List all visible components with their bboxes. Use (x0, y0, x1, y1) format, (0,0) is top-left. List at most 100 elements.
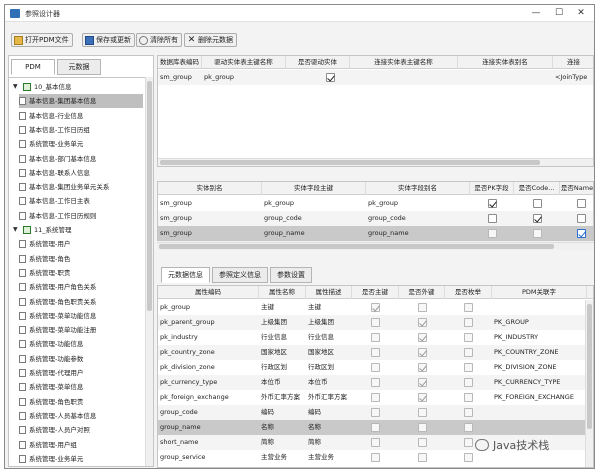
is-pkey-checkbox[interactable] (371, 438, 380, 447)
is-enum-checkbox[interactable] (464, 453, 473, 462)
clear-all-button[interactable]: 清除所有 (136, 33, 182, 47)
save-update-button[interactable]: 保存或更新 (82, 33, 135, 47)
maximize-button[interactable]: ☐ (550, 7, 568, 19)
tree-item[interactable]: 系统管理-角色职责 (19, 395, 143, 409)
tree-item[interactable]: 系统管理-职责 (19, 266, 143, 280)
tab-metadata-info[interactable]: 元数据信息 (161, 267, 210, 283)
table2-hscroll-thumb[interactable] (159, 244, 554, 249)
table-row[interactable]: pk_foreign_exchange 外币汇率方案 外币汇率方案 PK_FOREIG… (158, 390, 586, 405)
tree-item[interactable]: 系统管理-菜单信息 (19, 380, 143, 394)
tree-item[interactable]: 基本信息-工作日历组 (19, 123, 143, 137)
table1-hscroll-thumb[interactable] (160, 160, 540, 165)
tree-item[interactable]: 基本信息-部门基本信息 (19, 152, 143, 166)
is-fkey-checkbox[interactable] (418, 363, 427, 372)
is-enum-checkbox[interactable] (464, 408, 473, 417)
tree-item[interactable]: 系统管理-角色职责关系 (19, 295, 143, 309)
is-name-checkbox[interactable] (577, 214, 586, 223)
is-enum-checkbox[interactable] (464, 423, 473, 432)
tab-param-settings[interactable]: 参数设置 (270, 267, 312, 283)
open-pdm-button[interactable]: 打开PDM文件 (11, 33, 73, 47)
is-code-checkbox[interactable] (533, 214, 542, 223)
tree-item[interactable]: 系统管理-功能参数 (19, 352, 143, 366)
table-row[interactable]: group_code 编码 编码 (158, 405, 586, 420)
tree-item[interactable]: 基本信息-集团基本信息 (19, 94, 143, 109)
is-pkey-checkbox[interactable] (371, 393, 380, 402)
table-row[interactable]: sm_group pk_group <JoinType (158, 70, 593, 85)
minimize-button[interactable]: — (527, 7, 545, 19)
tree-item[interactable]: 系统管理-菜单功能注册 (19, 323, 143, 337)
tree-item[interactable]: 系统管理-业务单元 (19, 452, 143, 466)
is-fkey-checkbox[interactable] (418, 453, 427, 462)
is-pkey-checkbox[interactable] (371, 363, 380, 372)
tree-item[interactable]: 基本信息-行业信息 (19, 109, 143, 123)
is-fkey-checkbox[interactable] (418, 318, 427, 327)
is-code-checkbox[interactable] (533, 229, 542, 238)
tree-item[interactable]: 系统管理-业务单元 (19, 137, 143, 151)
tree-item[interactable]: 系统管理-用户角色关系 (19, 280, 143, 294)
is-fkey-checkbox[interactable] (418, 393, 427, 402)
tab-pdm[interactable]: PDM (11, 59, 55, 75)
is-fkey-checkbox[interactable] (418, 333, 427, 342)
table-row[interactable]: sm_group pk_group pk_group (158, 196, 593, 211)
table-row[interactable]: pk_country_zone 国家地区 国家地区 PK_COUNTRY_ZONE (158, 345, 586, 360)
is-enum-checkbox[interactable] (464, 333, 473, 342)
is-enum-checkbox[interactable] (464, 318, 473, 327)
is-pkey-checkbox[interactable] (371, 303, 380, 312)
tree-item[interactable]: 基本信息-工作日历规则 (19, 209, 143, 223)
is-fkey-checkbox[interactable] (418, 303, 427, 312)
expand-toggle-icon[interactable]: ▼ (13, 223, 20, 237)
table-row[interactable]: pk_group 主键 主键 (158, 300, 586, 315)
is-pkey-checkbox[interactable] (371, 348, 380, 357)
table-row[interactable]: pk_parent_group 上级集团 上级集团 PK_GROUP (158, 315, 586, 330)
table3-vscroll[interactable] (585, 300, 593, 467)
is-pkey-checkbox[interactable] (371, 423, 380, 432)
tree-folder[interactable]: ▼ 10_基本信息 (13, 80, 143, 94)
tree-item[interactable]: 系统管理-功能信息 (19, 337, 143, 351)
is-pkey-checkbox[interactable] (371, 378, 380, 387)
is-code-checkbox[interactable] (533, 199, 542, 208)
is-drive-checkbox[interactable] (326, 73, 335, 82)
expand-toggle-icon[interactable]: ▼ (13, 80, 20, 94)
table-row[interactable]: pk_currency_type 本位币 本位币 PK_CURRENCY_TYPE (158, 375, 586, 390)
table3-scroll-thumb[interactable] (587, 304, 592, 429)
is-pkey-checkbox[interactable] (371, 453, 380, 462)
is-pk-checkbox[interactable] (488, 199, 497, 208)
tree-item[interactable]: 基本信息-集团业务单元关系 (19, 180, 143, 194)
tree-item[interactable]: 系统管理-人员户对照 (19, 423, 143, 437)
is-pkey-checkbox[interactable] (371, 333, 380, 342)
table-row[interactable]: pk_division_zone 行政区划 行政区划 PK_DIVISION_ZONE (158, 360, 586, 375)
is-fkey-checkbox[interactable] (418, 423, 427, 432)
is-fkey-checkbox[interactable] (418, 408, 427, 417)
table-row[interactable]: sm_group group_code group_code (158, 211, 593, 226)
delete-metadata-button[interactable]: ✕ 删除元数据 (184, 33, 237, 47)
is-enum-checkbox[interactable] (464, 363, 473, 372)
is-name-checkbox[interactable] (577, 199, 586, 208)
is-enum-checkbox[interactable] (464, 348, 473, 357)
table1-hscroll[interactable] (158, 158, 593, 166)
tree-item[interactable]: 系统管理-人员基本信息 (19, 409, 143, 423)
is-pkey-checkbox[interactable] (371, 408, 380, 417)
table-row[interactable]: group_name 名称 名称 (158, 420, 586, 435)
table-row[interactable]: pk_industry 行业信息 行业信息 PK_INDUSTRY (158, 330, 586, 345)
tab-ref-definition[interactable]: 参照定义信息 (212, 267, 268, 283)
table-row[interactable]: sm_group group_name group_name (158, 226, 593, 240)
tree-item[interactable]: 系统管理-菜单功能信息 (19, 309, 143, 323)
is-name-checkbox[interactable] (577, 229, 586, 238)
tree-item[interactable]: 系统管理-角色 (19, 252, 143, 266)
tree-item[interactable]: 系统管理-代理用户 (19, 366, 143, 380)
tree-item[interactable]: 系统管理-用户 (19, 237, 143, 251)
is-pkey-checkbox[interactable] (371, 318, 380, 327)
is-pk-checkbox[interactable] (488, 229, 497, 238)
is-enum-checkbox[interactable] (464, 393, 473, 402)
tree-item[interactable]: 基本信息-联系人信息 (19, 166, 143, 180)
is-enum-checkbox[interactable] (464, 378, 473, 387)
tree-item[interactable]: 系统管理-用户组 (19, 438, 143, 452)
table2-hscroll[interactable] (157, 242, 594, 250)
tree-scroll-thumb[interactable] (147, 81, 152, 311)
is-enum-checkbox[interactable] (464, 303, 473, 312)
is-enum-checkbox[interactable] (464, 438, 473, 447)
is-fkey-checkbox[interactable] (418, 378, 427, 387)
is-fkey-checkbox[interactable] (418, 348, 427, 357)
tree-item[interactable]: 基本信息-工作日主表 (19, 194, 143, 208)
tree-folder[interactable]: ▼ 11_系统管理 (13, 223, 143, 237)
